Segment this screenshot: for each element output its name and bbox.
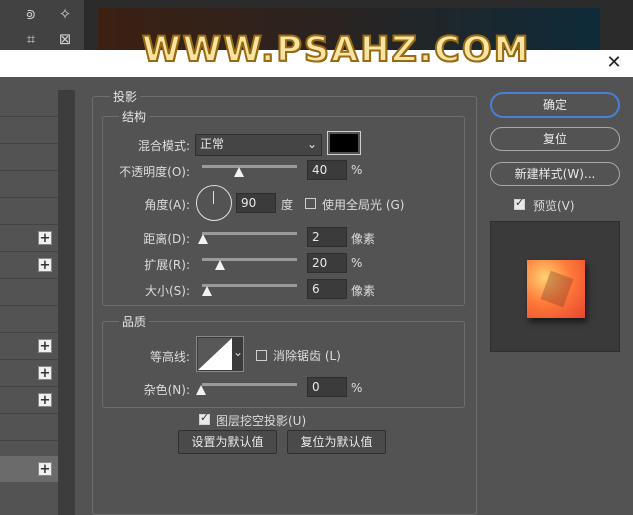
opacity-unit: %	[351, 163, 363, 177]
knockout-label: 图层挖空投影(U)	[216, 414, 307, 428]
magic-wand-icon[interactable]: ✧	[54, 4, 76, 24]
tool-panel: ⟄ ✧ ⌗ ⊠	[0, 0, 84, 50]
opacity-input[interactable]: 40	[307, 160, 347, 180]
quality-title: 品质	[119, 313, 150, 330]
style-preview-panel	[490, 221, 620, 352]
spread-unit: %	[351, 256, 363, 270]
shadow-color-fill	[330, 134, 358, 152]
blend-mode-label: 混合模式:	[137, 139, 190, 153]
list-item[interactable]: +	[0, 333, 58, 360]
distance-slider[interactable]	[202, 232, 297, 235]
distance-label: 距离(D):	[143, 232, 190, 246]
list-item[interactable]: +	[0, 387, 58, 414]
contour-label: 等高线:	[149, 350, 190, 364]
anti-alias-label: 消除锯齿 (L)	[273, 349, 341, 363]
list-item[interactable]	[0, 198, 58, 225]
global-light-label: 使用全局光 (G)	[322, 198, 405, 212]
structure-title: 结构	[119, 108, 150, 125]
list-item[interactable]	[0, 279, 58, 306]
preview-swatch	[527, 260, 585, 318]
size-label: 大小(S):	[144, 284, 190, 298]
size-unit: 像素	[351, 284, 376, 298]
spread-label: 扩展(R):	[144, 258, 190, 272]
noise-input[interactable]: 0	[307, 377, 347, 397]
distance-input[interactable]: 2	[307, 227, 347, 247]
opacity-slider-thumb[interactable]	[234, 167, 244, 177]
list-item-selected[interactable]: +	[0, 456, 58, 482]
list-item[interactable]	[0, 144, 58, 171]
list-item[interactable]: +	[0, 252, 58, 279]
spread-slider-thumb[interactable]	[215, 260, 225, 270]
scrollbar[interactable]	[58, 90, 75, 515]
list-item[interactable]	[0, 171, 58, 198]
add-icon[interactable]: +	[38, 393, 52, 407]
blend-mode-select[interactable]: 正常 ⌄	[195, 134, 322, 156]
add-icon[interactable]: +	[38, 258, 52, 272]
add-icon[interactable]: +	[38, 231, 52, 245]
reset-default-button[interactable]: 复位为默认值	[287, 430, 386, 454]
size-input[interactable]: 6	[307, 279, 347, 299]
angle-input[interactable]: 90	[236, 193, 276, 213]
anti-alias-checkbox[interactable]	[256, 350, 267, 361]
opacity-slider[interactable]	[202, 165, 297, 168]
add-icon[interactable]: +	[38, 462, 52, 476]
angle-unit: 度	[281, 198, 294, 212]
ok-button[interactable]: 确定	[490, 92, 620, 118]
add-icon[interactable]: +	[38, 366, 52, 380]
size-slider[interactable]	[202, 284, 297, 287]
add-icon[interactable]: +	[38, 339, 52, 353]
crop-icon[interactable]: ⌗	[20, 29, 42, 49]
spread-input[interactable]: 20	[307, 253, 347, 273]
angle-label: 角度(A):	[144, 198, 190, 212]
opacity-label: 不透明度(O):	[119, 165, 190, 179]
noise-label: 杂色(N):	[143, 383, 190, 397]
noise-slider[interactable]	[202, 383, 297, 386]
shadow-color-swatch[interactable]	[327, 131, 361, 155]
noise-slider-thumb[interactable]	[196, 385, 206, 395]
chevron-down-icon: ⌄	[306, 137, 317, 151]
reset-button[interactable]: 复位	[490, 127, 620, 151]
knockout-checkbox[interactable]	[199, 411, 210, 425]
list-item[interactable]	[0, 306, 58, 333]
blend-mode-value: 正常	[200, 137, 225, 151]
list-item[interactable]: +	[0, 360, 58, 387]
watermark-text: WWW.PSAHZ.COM	[141, 29, 531, 71]
set-default-button[interactable]: 设置为默认值	[178, 430, 277, 454]
section-title: 投影	[110, 88, 141, 105]
list-item[interactable]	[0, 117, 58, 144]
distance-slider-thumb[interactable]	[198, 234, 208, 244]
new-style-button[interactable]: 新建样式(W)...	[490, 162, 620, 186]
preview-checkbox[interactable]	[514, 196, 525, 210]
angle-dial[interactable]	[196, 185, 232, 221]
contour-picker[interactable]: ⌄	[196, 336, 244, 372]
global-light-checkbox[interactable]	[305, 198, 316, 209]
contour-preview-icon	[198, 338, 232, 370]
preview-texture	[540, 270, 574, 308]
lasso-polygon-icon[interactable]: ⟄	[20, 4, 42, 24]
frame-icon[interactable]: ⊠	[54, 29, 76, 49]
angle-needle	[213, 191, 214, 204]
list-item[interactable]: +	[0, 225, 58, 252]
chevron-down-icon: ⌄	[233, 345, 244, 359]
distance-unit: 像素	[351, 232, 376, 246]
close-icon[interactable]: ✕	[603, 52, 625, 74]
list-item[interactable]	[0, 414, 58, 441]
size-slider-thumb[interactable]	[202, 286, 212, 296]
preview-label: 预览(V)	[533, 199, 575, 213]
noise-unit: %	[351, 381, 363, 395]
list-item[interactable]	[0, 90, 58, 117]
